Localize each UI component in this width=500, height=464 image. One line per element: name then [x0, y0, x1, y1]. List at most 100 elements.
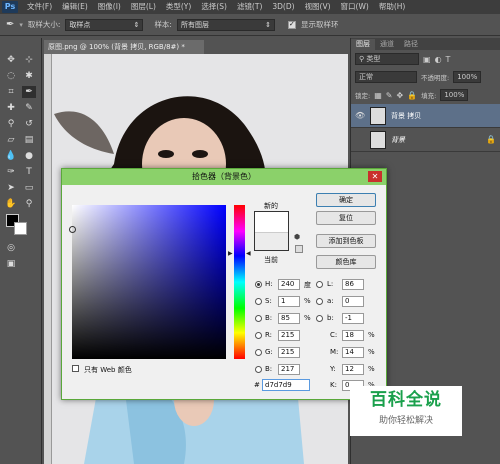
- l-input[interactable]: 86: [342, 279, 364, 290]
- a-radio[interactable]: [316, 298, 323, 305]
- type-tool-icon[interactable]: T: [22, 166, 36, 178]
- tab-channels[interactable]: 通道: [375, 39, 399, 50]
- add-to-swatches-button[interactable]: 添加到色板: [316, 234, 376, 248]
- web-colors-checkbox[interactable]: [72, 365, 79, 372]
- sample-select[interactable]: 所有图层 ⇕: [176, 18, 275, 31]
- image-filter-icon[interactable]: ▣: [423, 55, 431, 64]
- y-input[interactable]: 12: [342, 364, 364, 375]
- current-color-swatch[interactable]: [255, 232, 288, 250]
- s-radio[interactable]: [255, 298, 262, 305]
- g-input[interactable]: 215: [278, 347, 300, 358]
- layer-row[interactable]: 背景 🔒: [351, 128, 500, 152]
- new-color-swatch: [255, 212, 288, 232]
- artboard-tool-icon[interactable]: ⊹: [22, 54, 36, 66]
- move-tool-icon[interactable]: ✥: [4, 54, 18, 66]
- b-lab-radio[interactable]: [316, 315, 323, 322]
- menu-3d[interactable]: 3D(D): [267, 0, 299, 14]
- web-safe-swatch[interactable]: [295, 245, 303, 253]
- h-label: H:: [265, 280, 273, 288]
- blend-mode-select[interactable]: 正常: [355, 71, 417, 83]
- layer-row[interactable]: 👁 背景 拷贝: [351, 104, 500, 128]
- magic-wand-icon[interactable]: ✱: [22, 70, 36, 82]
- gradient-tool-icon[interactable]: ▤: [22, 134, 36, 146]
- s-input[interactable]: 1: [278, 296, 300, 307]
- m-input[interactable]: 14: [342, 347, 364, 358]
- brush-tool-icon[interactable]: ✎: [22, 102, 36, 114]
- dodge-tool-icon[interactable]: ●: [22, 150, 36, 162]
- menu-file[interactable]: 文件(F): [22, 0, 57, 14]
- menu-layer[interactable]: 图层(L): [126, 0, 161, 14]
- show-ring-checkbox[interactable]: ✓: [287, 20, 296, 29]
- g-radio[interactable]: [255, 349, 262, 356]
- type-filter-icon[interactable]: T: [446, 55, 451, 64]
- healing-brush-icon[interactable]: ✚: [4, 102, 18, 114]
- pen-tool-icon[interactable]: ✑: [4, 166, 18, 178]
- b-lab-input[interactable]: -1: [342, 313, 364, 324]
- hex-input[interactable]: d7d7d9: [262, 379, 310, 391]
- b-radio[interactable]: [255, 315, 262, 322]
- layer-kind-select[interactable]: ⚲ 类型: [355, 53, 419, 65]
- eyedropper-tool-icon[interactable]: ✒: [22, 86, 36, 98]
- menu-edit[interactable]: 编辑(E): [57, 0, 93, 14]
- watermark-logo: 百科全说 助你轻松解决: [350, 386, 462, 436]
- quick-mask-icon[interactable]: ◎: [4, 242, 18, 254]
- r-input[interactable]: 215: [278, 330, 300, 341]
- zoom-tool-icon[interactable]: ⚲: [22, 198, 36, 210]
- lock-move-icon[interactable]: ✥: [396, 91, 403, 100]
- color-marker[interactable]: [69, 226, 76, 233]
- saturation-brightness-field[interactable]: [69, 205, 226, 359]
- menu-select[interactable]: 选择(S): [196, 0, 232, 14]
- clone-stamp-icon[interactable]: ⚲: [4, 118, 18, 130]
- blue-input[interactable]: 217: [278, 364, 300, 375]
- lasso-tool-icon[interactable]: ◌: [4, 70, 18, 82]
- b-input[interactable]: 85: [278, 313, 300, 324]
- c-input[interactable]: 18: [342, 330, 364, 341]
- c-unit: %: [368, 331, 375, 339]
- tab-paths[interactable]: 路径: [399, 39, 423, 50]
- r-radio[interactable]: [255, 332, 262, 339]
- cube-warning-icon[interactable]: ⬢: [294, 233, 300, 241]
- menu-window[interactable]: 窗口(W): [336, 0, 374, 14]
- color-libraries-button[interactable]: 颜色库: [316, 255, 376, 269]
- menu-help[interactable]: 帮助(H): [374, 0, 411, 14]
- eyedropper-icon[interactable]: ✒: [6, 19, 14, 30]
- blur-tool-icon[interactable]: 💧: [4, 150, 18, 162]
- path-selection-icon[interactable]: ➤: [4, 182, 18, 194]
- sample-size-select[interactable]: 取样点 ⇕: [65, 18, 144, 31]
- menu-type[interactable]: 类型(Y): [161, 0, 196, 14]
- hand-tool-icon[interactable]: ✋: [4, 198, 18, 210]
- ok-button[interactable]: 确定: [316, 193, 376, 207]
- adjust-filter-icon[interactable]: ◐: [435, 55, 442, 64]
- a-input[interactable]: 0: [342, 296, 364, 307]
- menu-image[interactable]: 图像(I): [93, 0, 126, 14]
- history-brush-icon[interactable]: ↺: [22, 118, 36, 130]
- eye-icon[interactable]: 👁: [355, 111, 365, 120]
- close-icon[interactable]: ✕: [368, 171, 382, 182]
- chevron-down-icon[interactable]: ▾: [19, 21, 23, 29]
- eraser-tool-icon[interactable]: ▱: [4, 134, 18, 146]
- lock-brush-icon[interactable]: ✎: [386, 91, 393, 100]
- new-color-label: 新的: [264, 202, 278, 210]
- lock-pixels-icon[interactable]: ▦: [374, 91, 382, 100]
- screen-mode-icon[interactable]: ▣: [4, 258, 18, 270]
- shape-tool-icon[interactable]: ▭: [22, 182, 36, 194]
- hue-slider[interactable]: [234, 205, 245, 359]
- sample-size-value: 取样点: [69, 20, 91, 29]
- h-input[interactable]: 240: [278, 279, 300, 290]
- lock-icon[interactable]: 🔒: [407, 91, 417, 100]
- fill-field[interactable]: 100%: [440, 89, 469, 101]
- menu-filter[interactable]: 滤镜(T): [232, 0, 267, 14]
- hue-arrow-left-icon[interactable]: ▶: [228, 250, 233, 257]
- tab-layers[interactable]: 图层: [351, 39, 375, 50]
- blue-radio[interactable]: [255, 366, 262, 373]
- reset-button[interactable]: 复位: [316, 211, 376, 225]
- crop-tool-icon[interactable]: ⌗: [4, 86, 18, 98]
- opacity-field[interactable]: 100%: [453, 71, 482, 83]
- hue-arrow-right-icon[interactable]: ◀: [246, 250, 251, 257]
- h-radio[interactable]: [255, 281, 262, 288]
- menu-view[interactable]: 视图(V): [300, 0, 336, 14]
- blue-label: B:: [265, 365, 273, 373]
- document-tab[interactable]: 原图.png @ 100% (背景 拷贝, RGB/8#) *: [44, 40, 204, 54]
- background-color-swatch[interactable]: [14, 222, 27, 235]
- l-radio[interactable]: [316, 281, 323, 288]
